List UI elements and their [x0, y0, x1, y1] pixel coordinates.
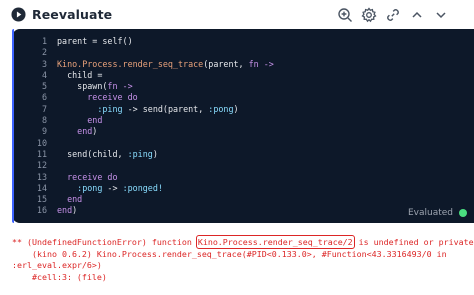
- evaluation-status: Evaluated: [408, 208, 467, 218]
- line-number: 16: [36, 205, 47, 216]
- code-line: :pong -> :ponged!: [57, 182, 163, 193]
- error-output: ** (UndefinedFunctionError) function Kin…: [12, 235, 474, 283]
- code-line: :ping -> send(parent, :pong): [57, 103, 239, 114]
- gear-icon[interactable]: [361, 7, 377, 23]
- code-line: end): [57, 126, 98, 137]
- link-icon[interactable]: [385, 7, 401, 23]
- line-number: 9: [41, 126, 47, 137]
- code-line: receive do: [57, 171, 118, 182]
- undefined-function-highlight: Kino.Process.render_seq_trace/2: [195, 235, 355, 249]
- line-number: 5: [41, 81, 47, 92]
- cell-focus-indicator: [12, 29, 14, 223]
- line-number: 14: [36, 182, 47, 193]
- play-circle-icon: [11, 7, 26, 22]
- error-stack-line: :erl_eval.expr/6>): [12, 260, 102, 271]
- code-line: end): [57, 205, 78, 216]
- error-prefix: ** (UndefinedFunctionError) function: [12, 237, 197, 247]
- status-text: Evaluated: [407, 208, 453, 218]
- line-number: 11: [36, 148, 47, 159]
- code-line: end: [57, 194, 83, 205]
- line-number: 13: [36, 171, 47, 182]
- code-editor[interactable]: parent = self() Kino.Process.render_seq_t…: [57, 36, 274, 217]
- line-number: 2: [41, 47, 47, 58]
- line-number: 10: [36, 137, 47, 148]
- line-number: 15: [36, 194, 47, 205]
- chevron-down-icon[interactable]: [433, 7, 449, 23]
- line-number: 1: [41, 36, 47, 46]
- chevron-up-icon[interactable]: [409, 7, 425, 23]
- reevaluate-button[interactable]: Reevaluate: [11, 7, 112, 22]
- status-dot: [459, 209, 467, 217]
- code-line: spawn(fn ->: [57, 81, 133, 92]
- zoom-icon[interactable]: [337, 7, 353, 23]
- line-number: 3: [41, 58, 47, 69]
- line-number: 8: [41, 115, 47, 126]
- line-numbers: 1 2 3 4 5 6 7 8 9 10 11 12 13 14 15 16: [26, 36, 47, 217]
- line-number: 12: [36, 160, 47, 171]
- code-line: end: [57, 115, 103, 126]
- code-cell[interactable]: 1 2 3 4 5 6 7 8 9 10 11 12 13 14 15 16 parent = self() K…: [12, 29, 474, 223]
- line-number: 4: [41, 69, 47, 80]
- code-line: parent = self(): [57, 36, 133, 46]
- error-stack-line: (kino 0.6.2) Kino.Process.render_seq_tra…: [12, 248, 447, 259]
- reevaluate-label: Reevaluate: [32, 7, 113, 22]
- error-suffix: is undefined or private: [353, 237, 474, 247]
- line-number: 6: [41, 92, 47, 103]
- code-line: send(child, :ping): [57, 148, 158, 159]
- code-line: Kino.Process.render_seq_trace(parent, fn…: [57, 58, 274, 69]
- line-number: 7: [41, 103, 47, 114]
- code-line: receive do: [57, 92, 138, 103]
- code-line: child =: [57, 69, 103, 80]
- cell-toolbar: Reevaluate: [0, 0, 474, 30]
- error-stack-line: #cell:3: (file): [12, 271, 107, 282]
